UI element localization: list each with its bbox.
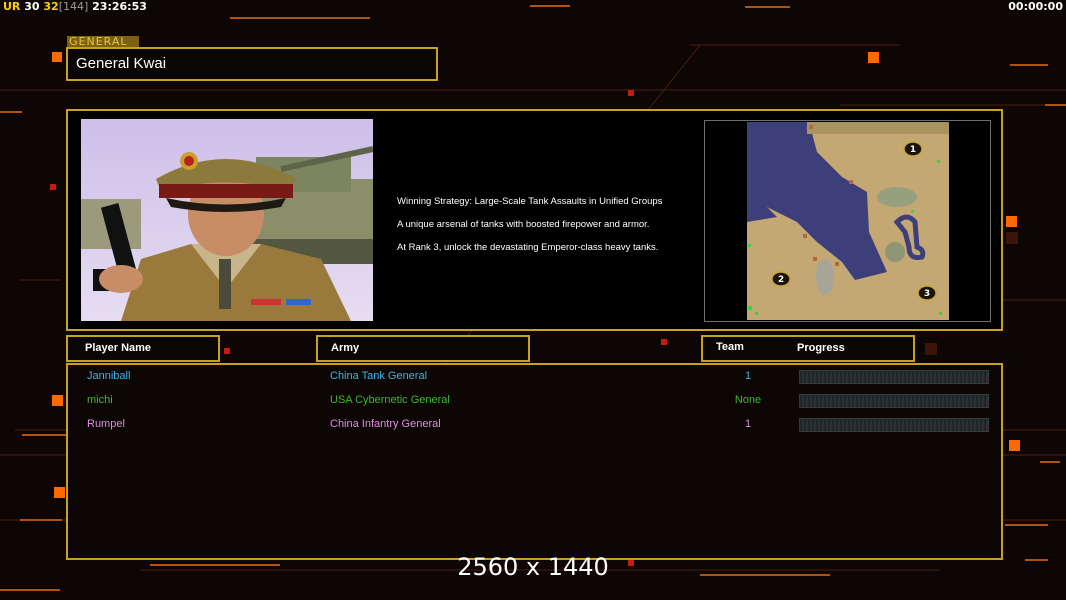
general-portrait (81, 119, 373, 321)
map-preview[interactable]: 1 2 3 (747, 122, 949, 320)
player-army: China Infantry General (330, 418, 441, 430)
player-team: 1 (744, 418, 752, 430)
player-name: Rumpel (87, 418, 125, 430)
player-row[interactable]: Rumpel China Infantry General 1 (68, 416, 1001, 436)
player-progress-bar (799, 370, 989, 384)
general-name: General Kwai (76, 55, 167, 72)
start-marker-1-label: 1 (910, 145, 916, 155)
stat-value-c: [144] (58, 0, 89, 13)
strategy-line-2: A unique arsenal of tanks with boosted f… (397, 219, 650, 230)
player-team: None (734, 394, 762, 406)
player-row[interactable]: michi USA Cybernetic General None (68, 392, 1001, 412)
start-marker-1: 1 (903, 141, 923, 157)
header-team: Team (716, 341, 744, 353)
header-army: Army (331, 342, 360, 354)
strategy-line-3: At Rank 3, unlock the devastating Empero… (397, 242, 659, 253)
player-name: michi (87, 394, 113, 406)
player-army: USA Cybernetic General (330, 394, 450, 406)
header-player-name-box: Player Name (66, 335, 220, 362)
stat-value-b: 32 (43, 0, 59, 13)
ur-label: UR (3, 0, 21, 13)
header-progress: Progress (797, 342, 845, 354)
general-name-box: General Kwai (66, 47, 438, 81)
player-row[interactable]: Janniball China Tank General 1 (68, 368, 1001, 388)
player-name: Janniball (87, 370, 131, 382)
header-player-name: Player Name (85, 342, 152, 354)
player-team: 1 (744, 370, 752, 382)
overlay-stats: UR 30 32[144] 23:26:53 (3, 0, 147, 13)
strategy-line-1: Winning Strategy: Large-Scale Tank Assau… (397, 196, 663, 207)
header-team-progress-box: Team Progress (701, 335, 915, 362)
player-army: China Tank General (330, 370, 428, 382)
player-progress-bar (799, 418, 989, 432)
start-marker-3-label: 3 (924, 289, 930, 299)
player-list: Janniball China Tank General 1 michi USA… (66, 363, 1003, 560)
system-clock: 23:26:53 (92, 0, 147, 13)
start-marker-3: 3 (917, 285, 937, 301)
header-army-box: Army (316, 335, 530, 362)
game-timer: 00:00:00 (1008, 0, 1063, 13)
general-info-panel: Winning Strategy: Large-Scale Tank Assau… (66, 109, 1003, 331)
start-marker-2: 2 (771, 271, 791, 287)
resolution-overlay: 2560 x 1440 (457, 553, 609, 581)
minimap-frame: 1 2 3 (704, 120, 991, 322)
player-progress-bar (799, 394, 989, 408)
strategy-description: Winning Strategy: Large-Scale Tank Assau… (397, 190, 662, 259)
stat-value-a: 30 (24, 0, 40, 13)
start-marker-2-label: 2 (778, 275, 784, 285)
